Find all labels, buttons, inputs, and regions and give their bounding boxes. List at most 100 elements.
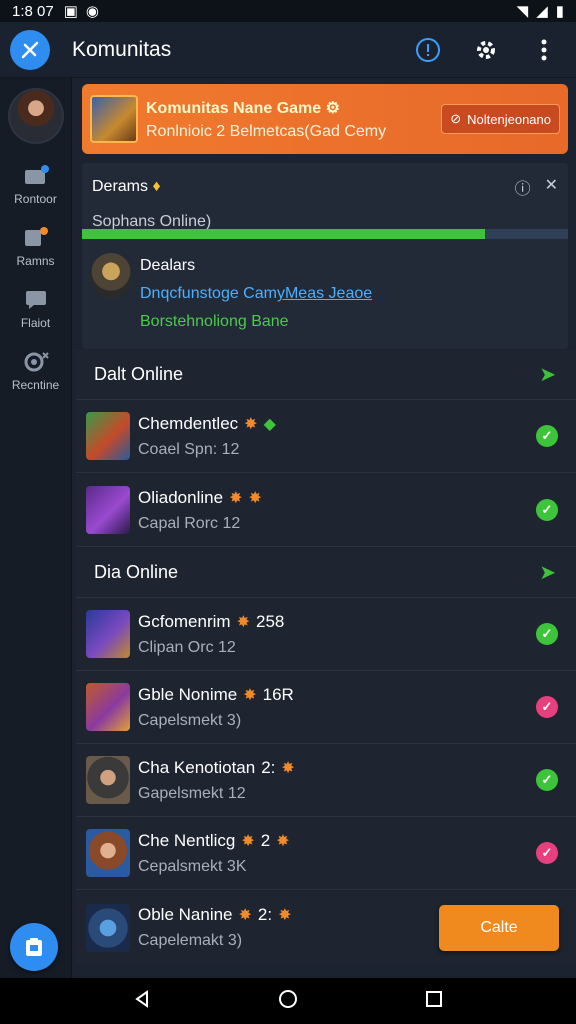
info-card-subtitle: Sophans Online) [92,213,212,230]
list-item[interactable]: Gcfomenrim ✸ 258 Clipan Orc 12 ✓ [76,598,576,671]
expand-arrow-icon[interactable]: ➤ [539,560,556,585]
sidebar-item-label: Flaiot [20,316,51,330]
home-icon[interactable] [277,988,299,1015]
star-icon: ✸ [244,415,258,433]
list-item[interactable]: Chemdentlec ✸ ◆ Coael Spn: 12 ✓ [76,400,576,473]
sidebar-item-ramns[interactable]: Ramns [0,224,71,268]
info-card: Derams ♦ ⓘ ✕ Sophans Online) Dealars Dnq… [82,163,568,349]
recents-icon[interactable] [424,989,444,1014]
info-card-title-text: Derams [92,178,149,195]
list-item[interactable]: Gble Nonime ✸ 16R Capelsmekt 3) ✓ [76,671,576,744]
sidebar-item-recntine[interactable]: Recntine [0,348,71,392]
compose-button[interactable] [10,923,58,971]
game-thumbnail [86,903,130,952]
game-thumbnail [86,610,130,658]
star-icon: ✸ [276,832,290,850]
row-suffix: 2: [261,757,276,777]
app-title: Komunitas [72,37,172,61]
sidebar-item-label: Recntine [11,378,60,392]
back-icon[interactable] [132,989,152,1014]
game-thumbnail [86,486,130,534]
player-avatar [90,253,132,299]
row-meta: Capelsmekt 3) [138,711,242,729]
check-icon: ✓ [536,842,558,864]
game-thumbnail [86,683,130,731]
player-name: Dealars [140,257,196,274]
chat-icon [21,286,51,312]
eye-icon: ◉ [85,3,99,20]
row-meta: Gapelsmekt 12 [138,784,246,802]
check-icon: ✓ [536,425,558,447]
close-icon[interactable]: ✕ [545,175,558,199]
sidebar-item-label: Rontoor [14,192,57,206]
game-thumbnail [86,756,130,804]
section-header[interactable]: Dia Online ➤ [76,548,576,598]
edit-icon [21,224,51,250]
app-bar: Komunitas [0,22,576,78]
alert-icon[interactable] [414,36,442,64]
list-item[interactable]: Cha Kenotiotan 2: ✸ Gapelsmekt 12 ✓ [76,744,576,817]
battery-icon: ▮ [555,3,564,20]
wifi-icon: ◥ [516,3,529,20]
row-meta: Clipan Orc 12 [138,638,236,656]
sidebar-item-label: Ramns [16,254,55,268]
list-item[interactable]: Che Nentlicg ✸ 2 ✸ Cepalsmekt 3K ✓ [76,817,576,890]
sidebar-item-rontoor[interactable]: Rontoor [0,162,71,206]
banner-action-button[interactable]: ⊘ Noltenjeonano [441,104,560,134]
section-title: Dia Online [94,562,179,582]
check-icon: ✓ [536,696,558,718]
app-logo-button[interactable] [10,29,50,70]
check-icon: ✓ [536,769,558,791]
check-circle-icon: ⊘ [450,111,462,126]
notification-icon: ▣ [63,3,78,20]
game-thumbnail [86,412,130,460]
row-name: Che Nentlicg [138,830,236,850]
check-icon: ✓ [536,499,558,521]
eye-icon [21,348,51,374]
row-name: Oble Nanine [138,905,233,924]
signal-icon: ◢ [536,3,548,20]
row-meta: Cepalsmekt 3K [138,857,247,875]
info-link-underlined: yMeas Jeaoe [276,285,373,302]
community-banner[interactable]: Komunitas Nane Game ⚙ Ronlnioic 2 Belmet… [82,84,568,154]
row-meta: Capelemakt 3) [138,932,243,949]
row-suffix: 16R [262,684,294,704]
progress-fill [82,229,486,239]
banner-subtitle: Ronlnioic 2 Belmetcas(Gad Cemy [146,122,387,140]
avatar[interactable] [7,88,64,144]
game-thumbnail [86,829,130,877]
sidebar-item-flaiot[interactable]: Flaiot [0,286,71,330]
status-bar: 1:8 07 ▣ ◉ ◥ ◢ ▮ [0,0,576,22]
info-status-text: Borstehnoliong Bane [140,313,289,330]
more-icon[interactable] [530,36,558,64]
star-icon: ✸ [229,489,243,507]
section-title: Dalt Online [94,364,184,384]
banner-title: Komunitas Nane Game ⚙ [146,98,441,118]
row-suffix: 2 [260,830,271,850]
row-suffix: 258 [255,611,285,631]
progress-bar [82,229,568,239]
section-header[interactable]: Dalt Online ➤ [76,350,576,400]
banner-title-text: Komunitas Nane Game [146,99,322,117]
star-icon: ✸ [248,489,262,507]
row-suffix: 2: [257,905,273,924]
info-icon[interactable]: ⓘ [515,175,531,199]
coin-icon: ⚙ [325,99,340,117]
gem-icon: ◆ [263,415,276,433]
banner-button-label: Noltenjeonano [467,111,551,127]
row-name: Chemdentlec [138,413,239,433]
game-thumbnail [90,95,138,143]
info-link[interactable]: Dnqcfunstoge CamyMeas Jeaoe [140,285,372,303]
row-meta: Capal Rorc 12 [138,514,241,532]
status-time: 1:8 07 [12,2,54,20]
window-icon [21,162,51,188]
list-item[interactable]: Oliadonline ✸ ✸ Capal Rorc 12 ✓ [76,474,576,547]
check-icon: ✓ [536,623,558,645]
tools-icon [21,41,39,58]
row-name: Gble Nonime [138,684,238,704]
row-name: Oliadonline [138,487,224,507]
clipboard-icon [26,938,42,956]
expand-arrow-icon[interactable]: ➤ [539,362,556,387]
call-button[interactable]: Calte [439,905,559,951]
gear-icon[interactable] [472,36,500,64]
